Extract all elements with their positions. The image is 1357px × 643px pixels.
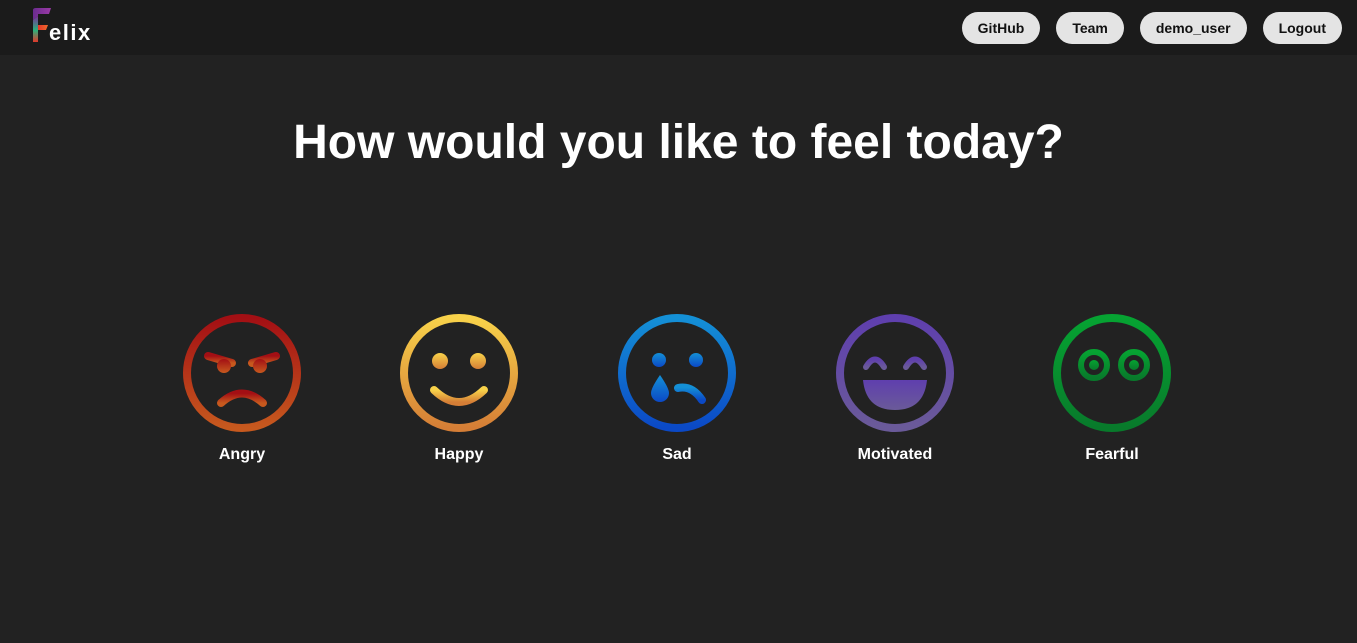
mood-option-angry[interactable]: Angry: [162, 312, 322, 465]
mood-label-angry: Angry: [218, 446, 266, 463]
sad-face-icon: [618, 314, 736, 432]
logo-text: elix: [49, 20, 92, 45]
mood-label-motivated: Motivated: [857, 446, 933, 463]
mood-option-happy[interactable]: Happy: [379, 312, 539, 465]
felix-logo[interactable]: elix: [30, 6, 100, 46]
mood-label-fearful: Fearful: [1085, 446, 1139, 463]
mood-label-happy: Happy: [434, 446, 484, 463]
top-navigation-bar: elix GitHub Team demo_user Logout: [0, 0, 1357, 55]
user-button[interactable]: demo_user: [1139, 12, 1247, 44]
mood-option-fearful[interactable]: Fearful: [1032, 312, 1192, 465]
nav-buttons: GitHub Team demo_user Logout: [961, 12, 1342, 44]
team-button[interactable]: Team: [1056, 12, 1124, 44]
mood-option-sad[interactable]: Sad: [597, 312, 757, 465]
angry-face-icon: [183, 314, 301, 432]
happy-face-icon: [400, 314, 518, 432]
laughing-face-icon: [836, 314, 954, 432]
fearful-face-icon: [1053, 314, 1171, 432]
mood-label-sad: Sad: [662, 446, 692, 463]
github-button[interactable]: GitHub: [961, 12, 1041, 44]
page-title: How would you like to feel today?: [293, 116, 1064, 169]
mood-option-motivated[interactable]: Motivated: [815, 312, 975, 465]
logout-button[interactable]: Logout: [1262, 12, 1342, 44]
